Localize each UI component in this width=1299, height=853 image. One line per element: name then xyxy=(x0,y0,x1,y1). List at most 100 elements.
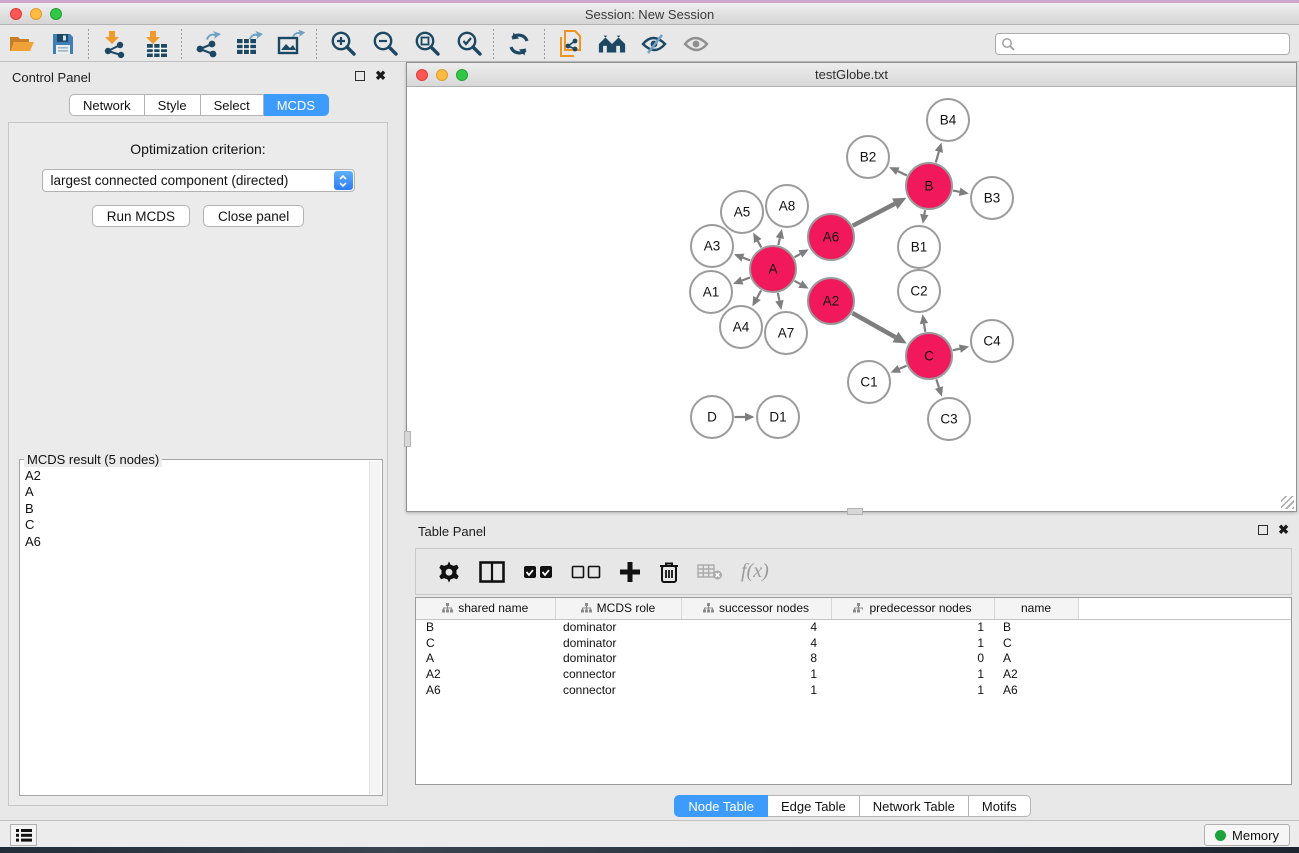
graph-edge-B-B3[interactable] xyxy=(953,191,960,192)
mcds-result-item[interactable]: A6 xyxy=(22,534,368,550)
graph-node-B[interactable]: B xyxy=(906,163,952,209)
graph-edge-A-A7[interactable] xyxy=(778,293,780,301)
zoom-out-icon[interactable] xyxy=(369,30,399,58)
graph-node-A7[interactable]: A7 xyxy=(765,312,807,354)
table-settings-gear-icon[interactable] xyxy=(437,557,461,587)
graph-node-A5[interactable]: A5 xyxy=(721,191,763,233)
new-network-from-selection-icon[interactable] xyxy=(555,30,585,58)
graph-node-C1[interactable]: C1 xyxy=(848,361,890,403)
add-column-icon[interactable] xyxy=(619,557,641,587)
criterion-dropdown[interactable]: largest connected component (directed) xyxy=(42,169,355,192)
graph-edge-B-B2[interactable] xyxy=(898,171,907,175)
tab-network-table[interactable]: Network Table xyxy=(860,795,969,817)
delete-table-icon[interactable] xyxy=(697,557,723,587)
memory-button[interactable]: Memory xyxy=(1204,824,1290,846)
open-file-icon[interactable] xyxy=(6,30,36,58)
save-icon[interactable] xyxy=(48,30,78,58)
tab-style[interactable]: Style xyxy=(145,94,201,116)
show-all-eye-icon[interactable] xyxy=(681,30,711,58)
table-row[interactable]: Bdominator41B xyxy=(416,619,1291,635)
close-table-panel-icon[interactable]: ✖ xyxy=(1278,525,1289,535)
col-successor-nodes[interactable]: successor nodes xyxy=(681,598,831,619)
hide-selected-eye-icon[interactable] xyxy=(639,30,669,58)
graph-node-A6[interactable]: A6 xyxy=(808,214,854,260)
graph-edge-A-A2[interactable] xyxy=(794,281,800,284)
close-panel-icon[interactable]: ✖ xyxy=(375,71,386,81)
float-panel-icon[interactable] xyxy=(355,71,365,81)
mcds-result-item[interactable]: C xyxy=(22,517,368,533)
graph-edge-A-A4[interactable] xyxy=(757,290,761,298)
zoom-fit-icon[interactable] xyxy=(411,30,441,58)
mcds-result-item[interactable]: B xyxy=(22,501,368,517)
tab-network[interactable]: Network xyxy=(69,94,145,116)
toggle-column-view-icon[interactable] xyxy=(479,557,505,587)
refresh-icon[interactable] xyxy=(504,30,534,58)
col-shared-name[interactable]: shared name xyxy=(416,598,555,619)
window-resize-grip[interactable] xyxy=(1281,496,1294,509)
table-row[interactable]: A6connector11A6 xyxy=(416,682,1291,698)
tab-motifs[interactable]: Motifs xyxy=(969,795,1031,817)
graph-node-A[interactable]: A xyxy=(750,246,796,292)
splitter-handle-left[interactable] xyxy=(404,431,411,447)
graph-node-A8[interactable]: A8 xyxy=(766,185,808,227)
graph-node-B3[interactable]: B3 xyxy=(971,177,1013,219)
graph-node-C[interactable]: C xyxy=(906,333,952,379)
col-predecessor-nodes[interactable]: predecessor nodes xyxy=(831,598,994,619)
export-image-icon[interactable] xyxy=(276,30,306,58)
col-mcds-role[interactable]: MCDS role xyxy=(555,598,681,619)
table-row[interactable]: Cdominator41C xyxy=(416,635,1291,651)
search-field[interactable] xyxy=(995,33,1290,55)
tab-mcds[interactable]: MCDS xyxy=(264,94,329,116)
graph-edge-A-A3[interactable] xyxy=(743,258,750,261)
graph-edge-C-C3[interactable] xyxy=(936,379,939,387)
mcds-result-item[interactable]: A xyxy=(22,484,368,500)
import-table-icon[interactable] xyxy=(141,30,171,58)
graph-edge-A2-C[interactable] xyxy=(852,313,895,337)
graph-node-A2[interactable]: A2 xyxy=(808,278,854,324)
run-mcds-button[interactable]: Run MCDS xyxy=(92,205,190,227)
tab-select[interactable]: Select xyxy=(201,94,264,116)
import-network-icon[interactable] xyxy=(99,30,129,58)
graph-node-C3[interactable]: C3 xyxy=(928,398,970,440)
network-canvas[interactable]: B4 B2 B B3 A5A8A6 B1 A3 A C2 A1 A2 A4A7 C4 C C1 C3 D D1 xyxy=(408,88,1295,510)
graph-node-B1[interactable]: B1 xyxy=(898,226,940,268)
first-neighbors-icon[interactable] xyxy=(597,30,627,58)
function-builder-icon[interactable]: f(x) xyxy=(741,557,769,587)
float-table-panel-icon[interactable] xyxy=(1258,525,1268,535)
graph-node-A4[interactable]: A4 xyxy=(720,306,762,348)
graph-node-B2[interactable]: B2 xyxy=(847,136,889,178)
graph-edge-A-A1[interactable] xyxy=(742,278,750,281)
splitter-handle-bottom[interactable] xyxy=(847,508,863,515)
tab-node-table[interactable]: Node Table xyxy=(674,795,768,817)
graph-node-C2[interactable]: C2 xyxy=(898,270,940,312)
search-input[interactable] xyxy=(1016,37,1289,51)
select-all-icon[interactable] xyxy=(523,557,553,587)
graph-edge-C-C4[interactable] xyxy=(953,349,960,351)
table-row[interactable]: Adominator80A xyxy=(416,650,1291,666)
graph-edge-B-B4[interactable] xyxy=(936,152,939,163)
graph-node-A3[interactable]: A3 xyxy=(691,225,733,267)
graph-edge-A-A6[interactable] xyxy=(794,254,800,257)
network-window-titlebar[interactable]: testGlobe.txt xyxy=(407,63,1296,87)
delete-column-trash-icon[interactable] xyxy=(659,557,679,587)
deselect-all-icon[interactable] xyxy=(571,557,601,587)
table-row[interactable]: A2connector11A2 xyxy=(416,666,1291,682)
tab-edge-table[interactable]: Edge Table xyxy=(768,795,860,817)
graph-node-D[interactable]: D xyxy=(691,396,733,438)
graph-edge-C-C1[interactable] xyxy=(899,366,906,369)
export-table-icon[interactable] xyxy=(234,30,264,58)
graph-edge-C-C2[interactable] xyxy=(924,324,925,332)
graph-edge-A-A5[interactable] xyxy=(758,241,762,247)
close-panel-button[interactable]: Close panel xyxy=(203,205,304,227)
task-history-button[interactable] xyxy=(10,824,37,846)
zoom-selected-icon[interactable] xyxy=(453,30,483,58)
result-scrollbar[interactable] xyxy=(369,461,381,794)
mcds-result-item[interactable]: A2 xyxy=(22,468,368,484)
graph-node-B4[interactable]: B4 xyxy=(927,99,969,141)
graph-edge-B-B1[interactable] xyxy=(924,210,925,214)
graph-node-C4[interactable]: C4 xyxy=(971,320,1013,362)
graph-edge-A-A8[interactable] xyxy=(778,238,780,245)
graph-node-D1[interactable]: D1 xyxy=(757,396,799,438)
graph-node-A1[interactable]: A1 xyxy=(690,271,732,313)
zoom-in-icon[interactable] xyxy=(327,30,357,58)
